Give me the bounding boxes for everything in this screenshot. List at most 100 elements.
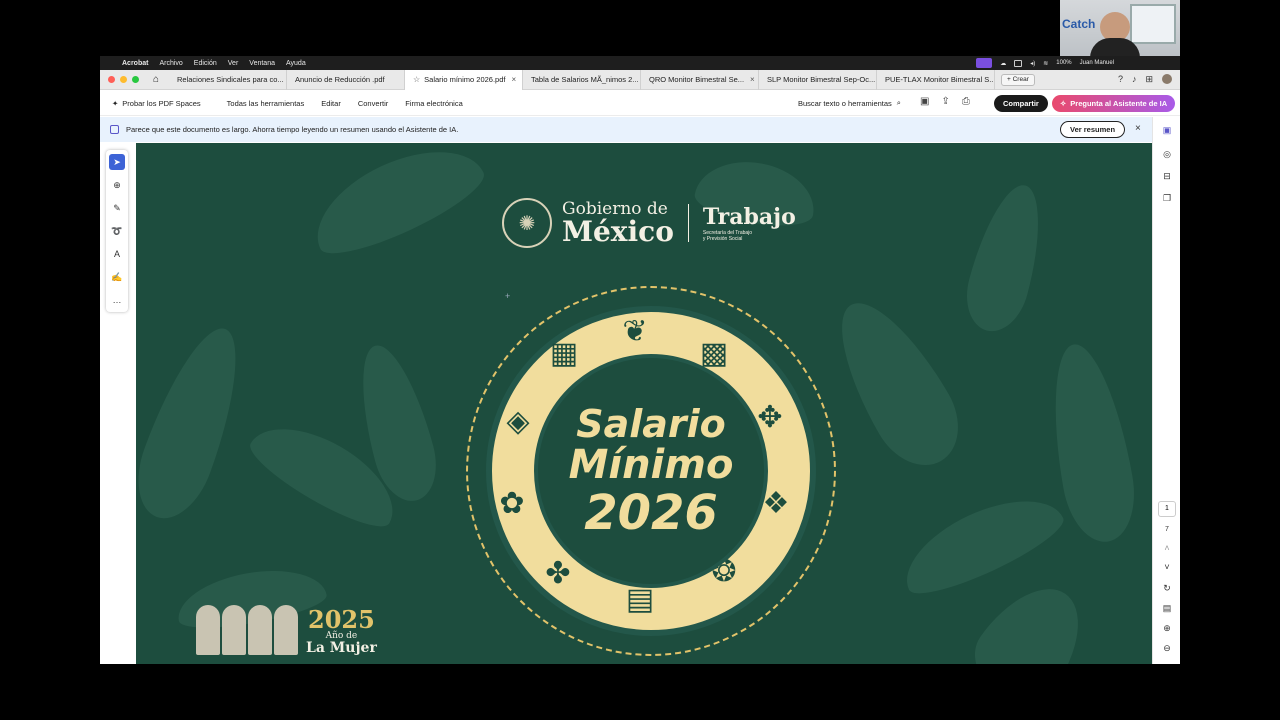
left-toolbar: ➤ ⊕ ✎ ➰ A ✍ … [106, 150, 128, 312]
ai-panel-icon[interactable]: ▣ [1161, 125, 1173, 137]
volume-icon[interactable]: ◂) [1030, 60, 1035, 67]
tab-label: SLP Monitor Bimestral Sep-Oc... [767, 75, 876, 84]
decor-leaf [959, 568, 1103, 664]
banner-text: Parece que este documento es largo. Ahor… [126, 125, 459, 134]
rotate-icon[interactable]: ↻ [1161, 583, 1173, 595]
tab-pue-tlax-monitor[interactable]: PUE-TLAX Monitor Bimestral S... [877, 69, 995, 90]
menu-ver[interactable]: Ver [228, 60, 239, 67]
tabbar-right-icons: ? ♪ ⊞ [1118, 74, 1172, 85]
figure [222, 605, 246, 655]
pdf-page[interactable]: ✺ Gobierno de México Trabajo Secretaría … [136, 143, 1152, 664]
title-line1: Salario [576, 402, 726, 446]
close-tab-icon[interactable]: × [511, 75, 516, 84]
convert-button[interactable]: Convertir [358, 99, 388, 108]
battery-label: 100% [1056, 60, 1072, 66]
help-icon[interactable]: ? [1118, 74, 1123, 85]
right-rail: ▣ ◎ ⊟ ❐ 1 7 ˄ ˅ ↻ ▤ ⊕ ⊖ [1152, 117, 1180, 664]
ai-assistant-label: Pregunta al Asistente de IA [1070, 99, 1168, 108]
all-tools-button[interactable]: Todas las herramientas [227, 99, 305, 108]
zoom-out-icon[interactable]: ⊖ [1161, 643, 1173, 655]
decor-leaf [136, 317, 259, 529]
zoom-in-icon[interactable]: ⊕ [1161, 623, 1173, 635]
screen-share-icon[interactable] [976, 58, 993, 68]
page-down-icon[interactable]: ˅ [1161, 562, 1173, 574]
close-window-icon[interactable] [108, 76, 115, 83]
search-tools-button[interactable]: Buscar texto o herramientas ⌕ [798, 98, 901, 108]
dept-name: Trabajo [702, 204, 796, 230]
tab-relaciones[interactable]: Relaciones Sindicales para co... [169, 69, 287, 90]
decor-leaf [891, 479, 1071, 607]
menu-ventana[interactable]: Ventana [249, 60, 275, 67]
decor-leaf [957, 177, 1055, 339]
total-pages: 7 [1165, 526, 1169, 533]
wifi-icon[interactable]: ≋ [1043, 60, 1048, 67]
pen-tool-icon[interactable]: ✎ [109, 200, 125, 216]
apps-grid-icon[interactable]: ⊞ [1145, 74, 1153, 85]
tab-salario-minimo[interactable]: ☆ Salario mínimo 2026.pdf × [405, 69, 523, 90]
menu-app[interactable]: Acrobat [122, 60, 148, 67]
zoom-tool-icon[interactable]: ⊕ [109, 177, 125, 193]
close-banner-icon[interactable]: × [1135, 123, 1141, 134]
e-sign-button[interactable]: Firma electrónica [405, 99, 463, 108]
figure [274, 605, 298, 655]
year-number: 2025 [308, 605, 375, 634]
cloud-icon[interactable]: ☁ [1000, 60, 1006, 67]
menubar-status-area: ☁ ◂) ≋ 100% Juan Manuel [976, 56, 1174, 70]
ai-summary-icon [110, 125, 119, 134]
star-icon[interactable]: ☆ [413, 75, 420, 84]
spaces-icon: ✦ [112, 98, 119, 108]
edit-button[interactable]: Editar [321, 99, 341, 108]
menu-edicion[interactable]: Edición [194, 60, 217, 67]
display-icon[interactable] [1014, 59, 1023, 67]
medal-center: Salario Mínimo 2026 [534, 354, 768, 588]
sign-tool-icon[interactable]: ✍ [109, 269, 125, 285]
bell-icon[interactable]: ♪ [1132, 74, 1137, 85]
close-tab-icon[interactable]: × [750, 75, 755, 84]
home-icon[interactable]: ⌂ [149, 74, 163, 85]
lasso-tool-icon[interactable]: ➰ [109, 223, 125, 239]
ai-assistant-button[interactable]: ✧ Pregunta al Asistente de IA [1052, 95, 1176, 112]
dept-sub2: y Previsión Social [702, 236, 743, 242]
save-icon[interactable]: ▣ [920, 96, 929, 107]
pdf-spaces-button[interactable]: ✦ Probar los PDF Spaces [112, 99, 201, 108]
tab-slp-monitor[interactable]: SLP Monitor Bimestral Sep-Oc... [759, 69, 877, 90]
new-tab-button[interactable]: + Crear [1001, 73, 1035, 86]
new-tab-label: Crear [1012, 76, 1029, 83]
minimize-window-icon[interactable] [120, 76, 127, 83]
ai-summary-banner: Parece que este documento es largo. Ahor… [100, 117, 1152, 142]
tab-label: Salario mínimo 2026.pdf [424, 75, 506, 84]
current-page-input[interactable]: 1 [1158, 501, 1176, 517]
bookmark-icon[interactable]: ⊟ [1161, 171, 1173, 183]
tab-qro-monitor[interactable]: QRO Monitor Bimestral Se... × [641, 69, 759, 90]
print-icon[interactable]: ⎙ [962, 96, 970, 107]
webcam-name: Juan Manuel [1079, 60, 1114, 66]
more-tools-icon[interactable]: … [109, 292, 125, 308]
menu-ayuda[interactable]: Ayuda [286, 60, 306, 67]
tab-anuncio[interactable]: Anuncio de Reducción .pdf [287, 69, 405, 90]
comment-icon[interactable]: ◎ [1161, 149, 1173, 161]
page-up-icon[interactable]: ˄ [1161, 543, 1173, 555]
title-line2: Mínimo [568, 442, 734, 488]
zoom-window-icon[interactable] [132, 76, 139, 83]
glyph-icon: ◈ [506, 405, 530, 438]
avatar[interactable] [1162, 74, 1172, 84]
search-icon: ⌕ [896, 98, 901, 107]
menu-archivo[interactable]: Archivo [159, 60, 182, 67]
figure [248, 605, 272, 655]
text-select-icon[interactable]: A [109, 246, 125, 262]
glyph-icon: ▦ [549, 337, 579, 370]
page-fit-icon[interactable]: ▤ [1161, 603, 1173, 615]
gov-line2: México [562, 214, 674, 248]
pages-icon[interactable]: ❐ [1161, 193, 1173, 205]
select-tool-icon[interactable]: ➤ [109, 154, 125, 170]
view-summary-button[interactable]: Ver resumen [1060, 121, 1126, 138]
tab-label: Tabla de Salarios MÃ_nimos 2... [531, 75, 639, 84]
tab-label: QRO Monitor Bimestral Se... [649, 75, 745, 84]
share-button[interactable]: Compartir [994, 95, 1048, 112]
glyph-icon: ✿ [499, 487, 525, 520]
anio-mujer-logo: 2025 Año de La Mujer [196, 605, 377, 655]
eagle-seal-icon: ✺ [502, 198, 552, 248]
search-tools-label: Buscar texto o herramientas [798, 98, 892, 108]
upload-icon[interactable]: ⇪ [941, 96, 949, 107]
tab-tabla-salarios[interactable]: Tabla de Salarios MÃ_nimos 2... [523, 69, 641, 90]
